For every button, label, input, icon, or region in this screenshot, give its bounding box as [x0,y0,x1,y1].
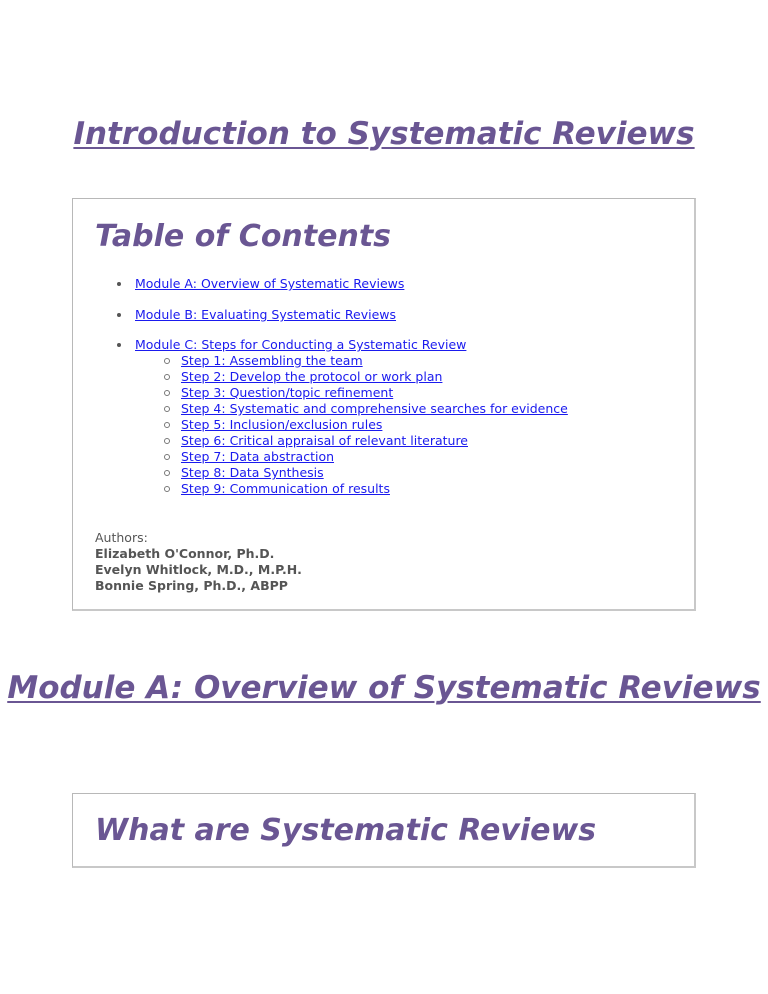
what-are-systematic-reviews-box: What are Systematic Reviews [72,793,696,868]
circle-bullet-icon [164,406,170,412]
circle-bullet-icon [164,422,170,428]
step-3-link[interactable]: Step 3: Question/topic refinement [181,385,393,401]
circle-bullet-icon [164,454,170,460]
circle-bullet-icon [164,470,170,476]
toc-link-module-c[interactable]: Module C: Steps for Conducting a Systema… [135,337,466,353]
circle-bullet-icon [164,438,170,444]
table-of-contents-box: Table of Contents Module A: Overview of … [72,198,696,611]
module-a-title-link[interactable]: Module A: Overview of Systematic Reviews [7,670,760,706]
bullet-icon [117,282,121,286]
circle-bullet-icon [164,390,170,396]
author-name: Bonnie Spring, Ph.D., ABPP [95,578,288,593]
bullet-icon [117,343,121,347]
step-1-link[interactable]: Step 1: Assembling the team [181,353,363,369]
step-4-link[interactable]: Step 4: Systematic and comprehensive sea… [181,401,568,417]
step-2-link[interactable]: Step 2: Develop the protocol or work pla… [181,369,442,385]
main-title[interactable]: Introduction to Systematic Reviews [0,116,768,152]
section-heading: What are Systematic Reviews [95,813,597,848]
toc-link-module-b[interactable]: Module B: Evaluating Systematic Reviews [135,307,396,323]
module-a-title[interactable]: Module A: Overview of Systematic Reviews [0,670,768,706]
author-name: Evelyn Whitlock, M.D., M.P.H. [95,562,302,577]
step-6-link[interactable]: Step 6: Critical appraisal of relevant l… [181,433,468,449]
authors-label: Authors: [95,530,148,545]
toc-link-module-a[interactable]: Module A: Overview of Systematic Reviews [135,276,404,292]
author-name: Elizabeth O'Connor, Ph.D. [95,546,275,561]
bullet-icon [117,313,121,317]
authors-block: Authors: Elizabeth O'Connor, Ph.D. Evely… [95,530,302,594]
step-7-link[interactable]: Step 7: Data abstraction [181,449,334,465]
toc-heading: Table of Contents [95,219,392,254]
main-title-link[interactable]: Introduction to Systematic Reviews [73,116,694,152]
step-8-link[interactable]: Step 8: Data Synthesis [181,465,324,481]
circle-bullet-icon [164,486,170,492]
circle-bullet-icon [164,358,170,364]
step-5-link[interactable]: Step 5: Inclusion/exclusion rules [181,417,382,433]
step-9-link[interactable]: Step 9: Communication of results [181,481,390,497]
circle-bullet-icon [164,374,170,380]
